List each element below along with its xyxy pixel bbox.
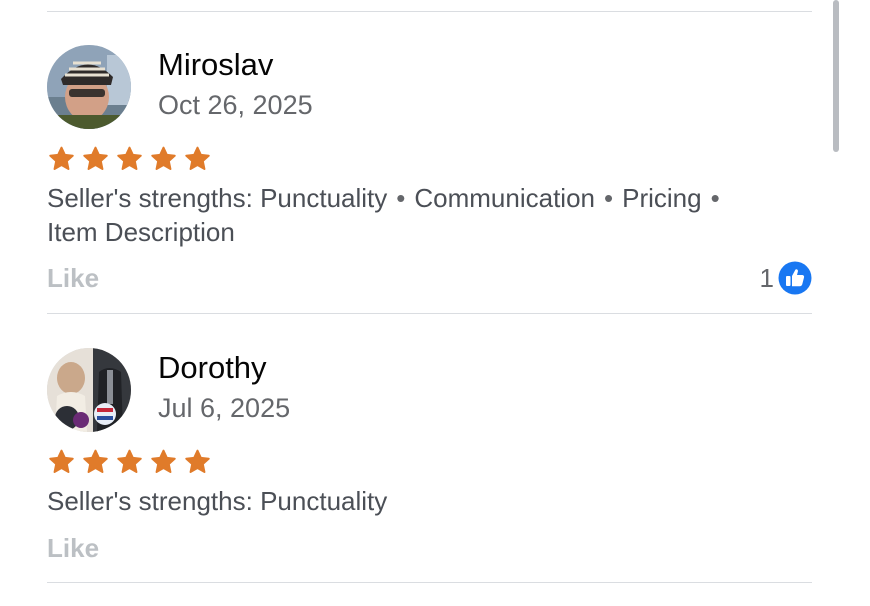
- strength-item: Punctuality: [260, 486, 388, 516]
- top-divider: [47, 11, 812, 12]
- strength-item: Pricing: [622, 183, 702, 213]
- reaction-summary[interactable]: 1: [760, 261, 812, 295]
- strength-item: Communication: [414, 183, 596, 213]
- avatar[interactable]: [47, 348, 131, 432]
- separator-dot: •: [710, 183, 720, 213]
- star-icon: [83, 146, 108, 170]
- strength-item: Item Description: [47, 217, 235, 247]
- star-icon: [83, 449, 108, 473]
- review-divider: [47, 313, 812, 314]
- review-divider: [47, 582, 812, 583]
- seller-strengths: Seller's strengths: Punctuality • Communic…: [47, 181, 807, 249]
- star-icon: [151, 146, 176, 170]
- star-rating: [47, 145, 212, 173]
- reviewer-name[interactable]: Miroslav: [158, 47, 273, 83]
- review-date: Jul 6, 2025: [158, 393, 291, 423]
- strengths-prefix: Seller's strengths:: [47, 486, 253, 516]
- star-icon: [185, 449, 210, 473]
- thumbs-up-icon: [778, 261, 812, 295]
- seller-strengths: Seller's strengths: Punctuality: [47, 484, 807, 518]
- star-icon: [117, 449, 142, 473]
- star-icon: [49, 449, 74, 473]
- separator-dot: •: [396, 183, 406, 213]
- avatar-photo-icon: [47, 348, 131, 432]
- review-date: Oct 26, 2025: [158, 90, 313, 120]
- reaction-count: 1: [759, 263, 774, 293]
- star-icon: [117, 146, 142, 170]
- star-icon: [151, 449, 176, 473]
- strength-item: Punctuality: [260, 183, 388, 213]
- like-button[interactable]: Like: [47, 533, 99, 563]
- like-button[interactable]: Like: [47, 263, 99, 293]
- avatar[interactable]: [47, 45, 131, 129]
- star-icon: [49, 146, 74, 170]
- scrollbar[interactable]: [833, 0, 839, 152]
- avatar-photo-icon: [47, 45, 131, 129]
- review-card: Dorothy Jul 6, 2025 Seller's strengths: …: [47, 348, 812, 568]
- star-icon: [185, 146, 210, 170]
- reviewer-name[interactable]: Dorothy: [158, 350, 267, 386]
- review-card: Miroslav Oct 26, 2025 Seller's strengths…: [47, 45, 812, 305]
- separator-dot: •: [604, 183, 614, 213]
- strengths-prefix: Seller's strengths:: [47, 183, 253, 213]
- star-rating: [47, 448, 212, 476]
